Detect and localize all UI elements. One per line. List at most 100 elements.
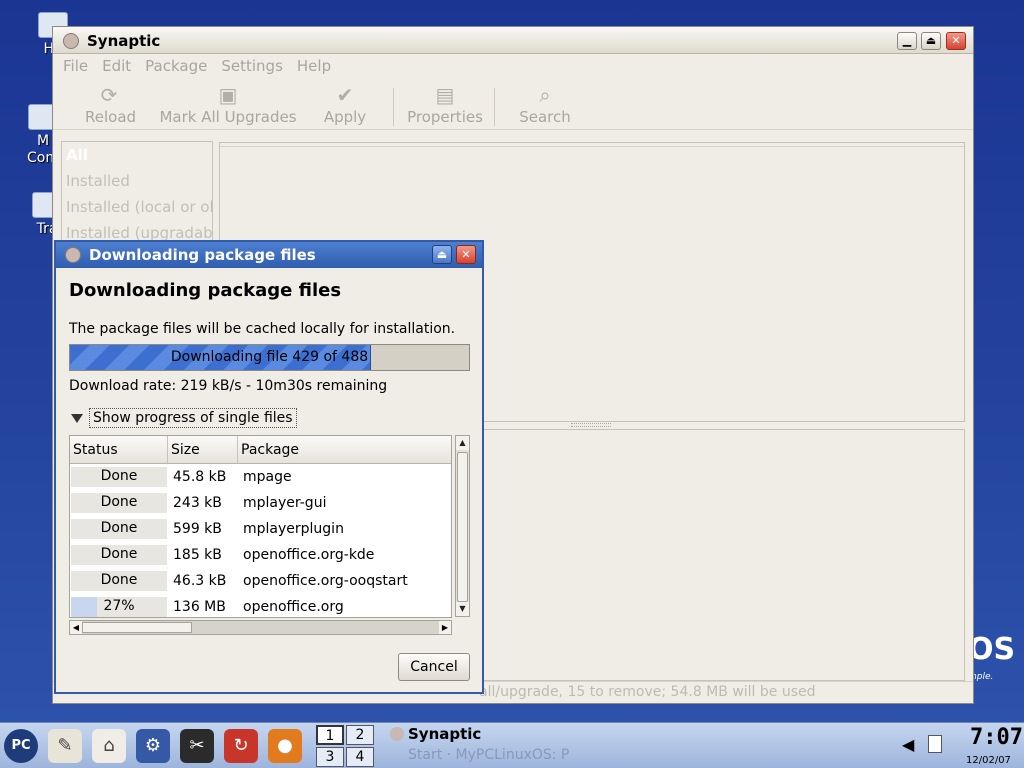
dialog-title: Downloading package files bbox=[89, 246, 316, 264]
filter-item-installed[interactable]: Installed bbox=[62, 168, 212, 194]
window-titlebar[interactable]: Synaptic ▁ ⏏ ✕ bbox=[53, 27, 973, 54]
reload-icon: ⟳ bbox=[100, 83, 118, 107]
search-label: Search bbox=[519, 108, 571, 126]
toolbar-separator bbox=[494, 88, 495, 126]
search-button[interactable]: ⌕ Search bbox=[517, 82, 573, 126]
clock-time[interactable]: 7:07 bbox=[970, 725, 1023, 750]
row-status-cell: Done bbox=[70, 467, 168, 487]
row-package-cell: openoffice.org-kde bbox=[243, 547, 375, 563]
taskbar: PC ✎ ⌂ ⚙ ✂ ↻ ● 1 2 3 4 Synaptic Start · … bbox=[0, 722, 1024, 768]
apply-button[interactable]: ✔ Apply bbox=[321, 82, 369, 126]
task-button-start[interactable]: Start · MyPCLinuxOS: P bbox=[408, 747, 569, 763]
filter-item-installed-local[interactable]: Installed (local or ob bbox=[62, 194, 212, 220]
menu-edit[interactable]: Edit bbox=[102, 57, 131, 75]
task-button-synaptic[interactable]: Synaptic bbox=[408, 725, 481, 743]
column-header-status[interactable]: Status bbox=[70, 436, 168, 463]
pager-desktop-1[interactable]: 1 bbox=[316, 725, 344, 745]
row-status-text: 27% bbox=[103, 598, 135, 614]
package-list-header bbox=[220, 143, 964, 147]
minimize-button[interactable]: ▁ bbox=[897, 32, 917, 50]
table-horizontal-scrollbar[interactable]: ◀ ▶ bbox=[69, 620, 452, 635]
table-row[interactable]: Done 599 kB mplayerplugin bbox=[70, 516, 451, 542]
table-row[interactable]: Done 46.3 kB openoffice.org-ooqstart bbox=[70, 568, 451, 594]
column-header-package[interactable]: Package bbox=[238, 436, 451, 463]
cancel-button[interactable]: Cancel bbox=[398, 653, 470, 681]
firefox-launcher-icon[interactable]: ● bbox=[268, 729, 302, 763]
mark-all-upgrades-button[interactable]: ▣ Mark All Upgrades bbox=[159, 82, 297, 126]
download-dialog: Downloading package files ⏏ ✕ Downloadin… bbox=[54, 240, 484, 694]
row-status-text: Done bbox=[100, 546, 138, 562]
control-center-launcher-icon[interactable]: ⚙ bbox=[136, 729, 170, 763]
volume-icon[interactable]: ◀ bbox=[902, 735, 914, 754]
table-row[interactable]: Done 243 kB mplayer-gui bbox=[70, 490, 451, 516]
progress-text: Downloading file 429 of 488 bbox=[170, 349, 369, 365]
overall-progress-bar: Downloading file 429 of 488 bbox=[69, 344, 470, 371]
column-header-size[interactable]: Size bbox=[168, 436, 238, 463]
expander-arrow-icon bbox=[71, 413, 83, 423]
properties-button[interactable]: ▤ Properties bbox=[405, 82, 485, 126]
scrollbar-thumb[interactable] bbox=[457, 452, 468, 602]
menu-settings[interactable]: Settings bbox=[221, 57, 283, 75]
apply-check-icon: ✔ bbox=[336, 83, 354, 107]
pager-desktop-4[interactable]: 4 bbox=[346, 747, 374, 767]
mark-all-upgrades-label: Mark All Upgrades bbox=[159, 108, 297, 126]
dialog-titlebar[interactable]: Downloading package files ⏏ ✕ bbox=[56, 242, 482, 268]
scroll-left-arrow-icon[interactable]: ◀ bbox=[70, 621, 82, 634]
pager-desktop-3[interactable]: 3 bbox=[316, 747, 344, 767]
row-progress-bar: Done bbox=[71, 571, 167, 591]
row-status-cell: Done bbox=[70, 571, 168, 591]
synaptic-app-icon bbox=[63, 33, 79, 49]
dialog-heading: Downloading package files bbox=[69, 280, 342, 301]
row-status-text: Done bbox=[100, 572, 138, 588]
show-progress-expander[interactable]: Show progress of single files bbox=[69, 406, 297, 430]
expander-label: Show progress of single files bbox=[89, 408, 297, 428]
row-status-cell: Done bbox=[70, 493, 168, 513]
filter-list: All Installed Installed (local or ob Ins… bbox=[61, 141, 213, 251]
home-launcher-icon[interactable]: ⌂ bbox=[92, 729, 126, 763]
table-vertical-scrollbar[interactable]: ▲ ▼ bbox=[455, 435, 470, 617]
download-rate-text: Download rate: 219 kB/s - 10m30s remaini… bbox=[69, 378, 388, 394]
menu-file[interactable]: File bbox=[63, 57, 88, 75]
tools-launcher-icon[interactable]: ✂ bbox=[180, 729, 214, 763]
filter-item-all[interactable]: All bbox=[62, 142, 212, 168]
start-menu-button[interactable]: PC bbox=[4, 729, 38, 763]
row-status-cell: Done bbox=[70, 519, 168, 539]
dialog-close-button[interactable]: ✕ bbox=[456, 245, 476, 264]
row-size-cell: 599 kB bbox=[173, 521, 222, 537]
maximize-button[interactable]: ⏏ bbox=[921, 32, 941, 50]
scroll-right-arrow-icon[interactable]: ▶ bbox=[439, 621, 451, 634]
dialog-maximize-button[interactable]: ⏏ bbox=[432, 245, 452, 264]
row-size-cell: 243 kB bbox=[173, 495, 222, 511]
pane-splitter-handle[interactable] bbox=[571, 423, 611, 427]
close-button[interactable]: ✕ bbox=[946, 32, 966, 50]
text-editor-launcher-icon[interactable]: ✎ bbox=[48, 729, 82, 763]
table-row[interactable]: Done 45.8 kB mpage bbox=[70, 464, 451, 490]
properties-label: Properties bbox=[407, 108, 483, 126]
dialog-description: The package files will be cached locally… bbox=[69, 321, 456, 337]
updates-launcher-icon[interactable]: ↻ bbox=[224, 729, 258, 763]
row-status-text: Done bbox=[100, 494, 138, 510]
clipboard-icon[interactable] bbox=[928, 735, 942, 753]
row-status-text: Done bbox=[100, 520, 138, 536]
table-header: Status Size Package bbox=[70, 436, 451, 464]
pager-desktop-2[interactable]: 2 bbox=[346, 725, 374, 745]
scrollbar-thumb[interactable] bbox=[82, 622, 192, 633]
table-row[interactable]: Done 185 kB openoffice.org-kde bbox=[70, 542, 451, 568]
reload-button[interactable]: ⟳ Reload bbox=[85, 82, 136, 126]
row-package-cell: mplayerplugin bbox=[243, 521, 344, 537]
scroll-up-arrow-icon[interactable]: ▲ bbox=[456, 436, 469, 450]
toolbar-separator bbox=[393, 88, 394, 126]
table-row[interactable]: 27% 136 MB openoffice.org bbox=[70, 594, 451, 617]
file-progress-table: Status Size Package Done 45.8 kB mpage Done… bbox=[69, 435, 452, 618]
row-size-cell: 136 MB bbox=[173, 599, 226, 615]
synaptic-app-icon bbox=[65, 247, 81, 263]
row-progress-bar: Done bbox=[71, 467, 167, 487]
row-size-cell: 185 kB bbox=[173, 547, 222, 563]
row-size-cell: 45.8 kB bbox=[173, 469, 227, 485]
menu-help[interactable]: Help bbox=[297, 57, 331, 75]
row-status-cell: 27% bbox=[70, 597, 168, 617]
scroll-down-arrow-icon[interactable]: ▼ bbox=[456, 602, 469, 616]
mark-upgrades-icon: ▣ bbox=[218, 83, 238, 107]
menu-package[interactable]: Package bbox=[145, 57, 207, 75]
window-title: Synaptic bbox=[87, 32, 161, 50]
